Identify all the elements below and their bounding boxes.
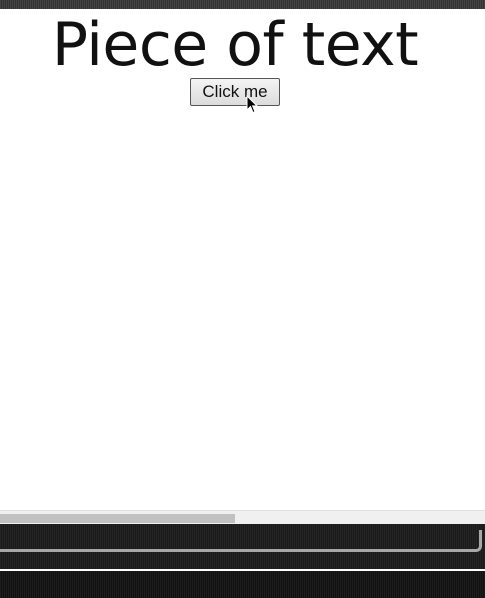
page-heading: Piece of text — [51, 10, 419, 80]
bottom-panel-input-frame[interactable] — [0, 530, 482, 552]
page-content: Piece of text Click me — [0, 9, 485, 510]
window-top-strip — [0, 0, 485, 9]
click-me-button[interactable]: Click me — [190, 78, 280, 106]
bottom-status-bar — [0, 571, 485, 598]
horizontal-scrollbar-thumb[interactable] — [0, 514, 235, 523]
bottom-panel — [0, 524, 485, 570]
horizontal-scrollbar[interactable] — [0, 510, 485, 524]
